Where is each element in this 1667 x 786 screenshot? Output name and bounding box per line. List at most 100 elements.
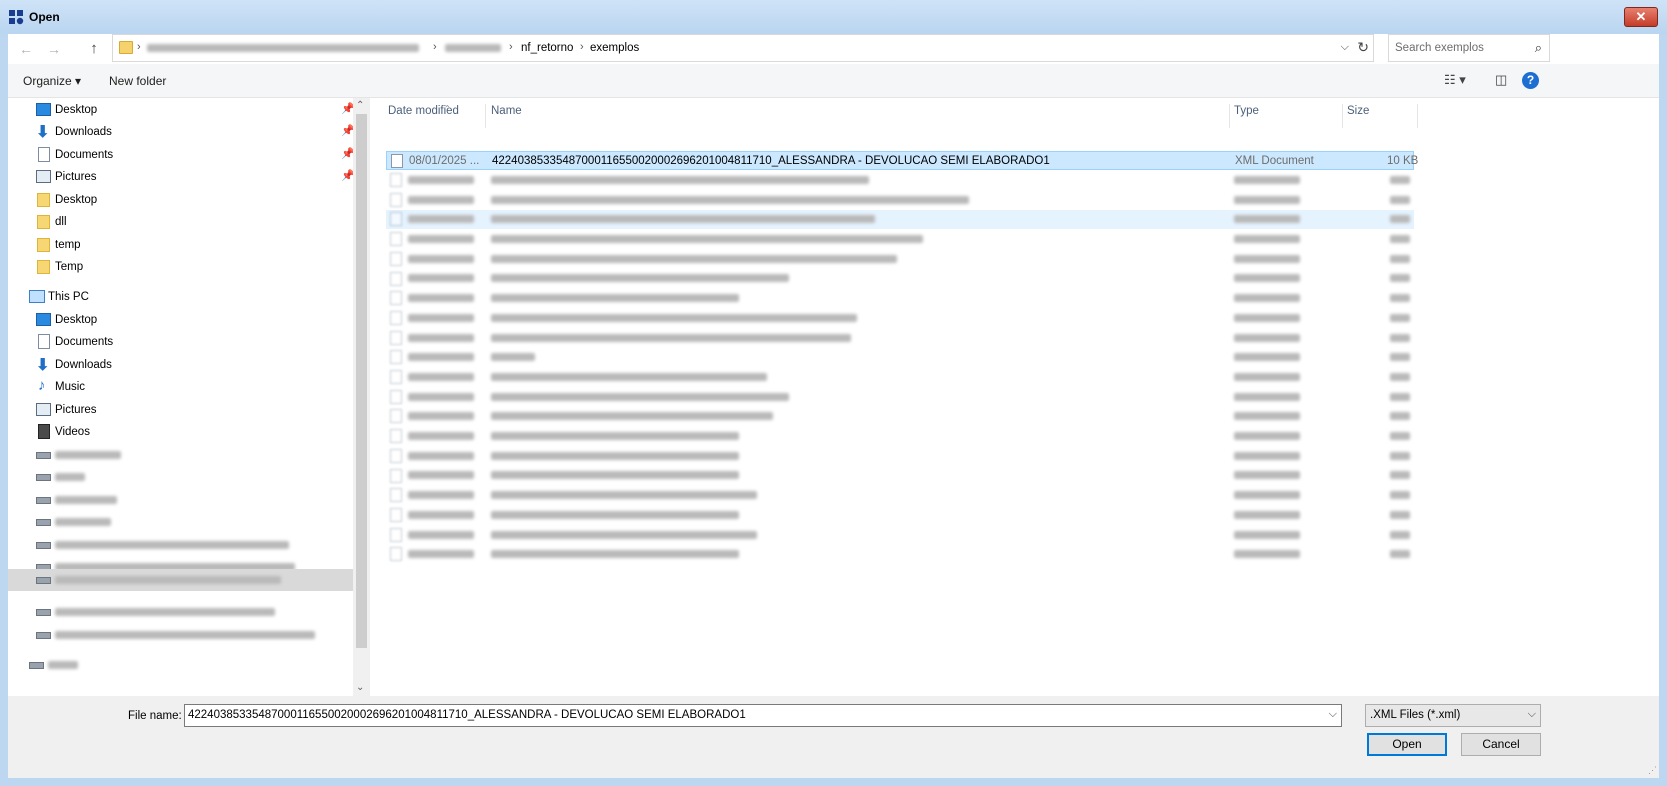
column-header-type[interactable]: Type [1234,104,1342,128]
file-row[interactable] [386,230,1414,249]
sidebar-item-pc-videos[interactable]: Videos [8,421,353,443]
help-icon[interactable]: ? [1522,72,1539,89]
file-type: XML Document [1235,155,1314,167]
file-row[interactable] [386,467,1414,486]
blurred-name [491,529,757,541]
scroll-up-icon[interactable]: ⌃ [356,100,364,111]
file-size: 10 KB [1387,155,1419,167]
column-divider[interactable] [1417,104,1418,128]
file-row[interactable] [386,348,1414,367]
sidebar-item-temp[interactable]: temp [8,234,353,256]
new-folder-button[interactable]: New folder [109,74,166,88]
breadcrumb-exemplos[interactable]: exemplos [590,42,639,54]
sidebar-item-label: Downloads [55,359,112,371]
sidebar-item-dll[interactable]: dll [8,211,353,233]
sidebar-item-drive[interactable] [8,444,353,466]
file-name-area: File name: 42240385335487000116550020002… [8,696,1659,778]
resize-grip-icon[interactable]: ⋰ [1648,765,1657,776]
blurred-type [1234,174,1300,186]
address-bar[interactable]: › › › nf_retorno › exemplos ⌵ ↻ [112,34,1374,62]
column-divider[interactable] [1229,104,1230,128]
sidebar-item-pc-pictures[interactable]: Pictures [8,399,353,421]
file-icon [390,409,402,424]
blurred-size [1390,489,1410,501]
sidebar-item-drive[interactable] [8,601,353,623]
forward-arrow-icon[interactable]: → [44,39,64,59]
title-bar[interactable]: Open ✕ [0,0,1667,34]
organize-button[interactable]: Organize ▾ [23,74,81,88]
sidebar-item-drive[interactable] [8,624,353,646]
up-arrow-icon[interactable]: ↑ [84,39,104,59]
file-row[interactable] [386,250,1414,269]
sidebar-item-network[interactable] [8,654,353,676]
chevron-down-icon[interactable]: ⌵ [1341,41,1349,54]
file-row[interactable] [386,270,1414,289]
file-row[interactable] [386,526,1414,545]
sidebar-item-documents[interactable]: Documents 📌 [8,144,355,166]
sidebar-item-drive[interactable] [8,466,353,488]
file-row[interactable] [386,289,1414,308]
sidebar-item-pictures[interactable]: Pictures 📌 [8,166,355,188]
file-type-select[interactable]: .XML Files (*.xml) ⌵ [1365,704,1541,727]
blurred-name [491,548,739,560]
file-row[interactable] [386,486,1414,505]
sidebar-item-drive[interactable] [8,511,353,533]
file-row[interactable] [386,545,1414,564]
file-row[interactable] [386,427,1414,446]
file-row[interactable] [386,388,1414,407]
blurred-type [1234,233,1300,245]
sidebar-item-pc-music[interactable]: ♪ Music [8,376,353,398]
file-row[interactable] [386,368,1414,387]
sidebar-item-pc-documents[interactable]: Documents [8,331,353,353]
column-header-date[interactable]: ⌃ Date modified [388,104,484,128]
search-input[interactable]: Search exemplos ⌕ [1388,34,1550,62]
blurred-size [1390,548,1410,560]
back-arrow-icon[interactable]: ← [16,39,36,59]
sidebar-item-pc-downloads[interactable]: ⬇ Downloads [8,354,353,376]
blurred-label [55,494,117,506]
sidebar-item-pc-desktop[interactable]: Desktop [8,309,353,331]
blurred-size [1390,391,1410,403]
sidebar-item-drive[interactable] [8,489,353,511]
close-button[interactable]: ✕ [1624,7,1658,27]
file-row[interactable] [386,329,1414,348]
blurred-size [1390,450,1410,462]
file-row[interactable] [386,447,1414,466]
sidebar-item-this-pc[interactable]: This PC [8,286,353,308]
column-header-size[interactable]: Size [1347,104,1417,128]
file-row[interactable] [386,171,1414,190]
column-divider[interactable] [1342,104,1343,128]
scroll-down-icon[interactable]: ⌄ [356,682,364,693]
column-header-name[interactable]: Name [491,104,1227,128]
blurred-name [491,213,875,225]
blurred-date [408,194,474,206]
refresh-icon[interactable]: ↻ [1357,39,1369,56]
breadcrumb-blurred[interactable] [445,42,501,54]
preview-pane-icon[interactable]: ◫ [1495,72,1507,88]
breadcrumb-blurred[interactable] [147,42,419,54]
scrollbar-thumb[interactable] [356,114,367,648]
cancel-button[interactable]: Cancel [1461,733,1541,756]
sidebar-item-downloads[interactable]: ⬇ Downloads 📌 [8,121,355,143]
sidebar-item-temp-upper[interactable]: Temp [8,256,353,278]
file-row[interactable] [386,309,1414,328]
chevron-down-icon[interactable]: ⌵ [1329,708,1337,721]
sidebar-item-desktop[interactable]: Desktop 📌 [8,99,355,121]
sidebar-item-drive-selected[interactable] [8,569,353,591]
open-button[interactable]: Open [1367,733,1447,756]
sidebar-item-desktop-folder[interactable]: Desktop [8,189,353,211]
file-name-input[interactable]: 4224038533548700011655002000269620100481… [184,704,1342,727]
file-row[interactable] [386,407,1414,426]
file-row[interactable] [386,210,1414,230]
file-icon [390,251,402,266]
sidebar-item-drive[interactable] [8,534,353,556]
breadcrumb-nf-retorno[interactable]: nf_retorno [521,42,573,54]
file-icon [390,350,402,365]
view-options-icon[interactable]: ☷ ▾ [1444,72,1466,88]
nav-scrollbar[interactable]: ⌃ ⌄ [353,98,370,696]
column-divider[interactable] [485,104,486,128]
documents-icon [38,147,50,162]
file-row[interactable] [386,506,1414,525]
file-row-selected[interactable]: 08/01/2025 ... 4224038533548700011655002… [386,151,1418,170]
file-row[interactable] [386,191,1414,210]
